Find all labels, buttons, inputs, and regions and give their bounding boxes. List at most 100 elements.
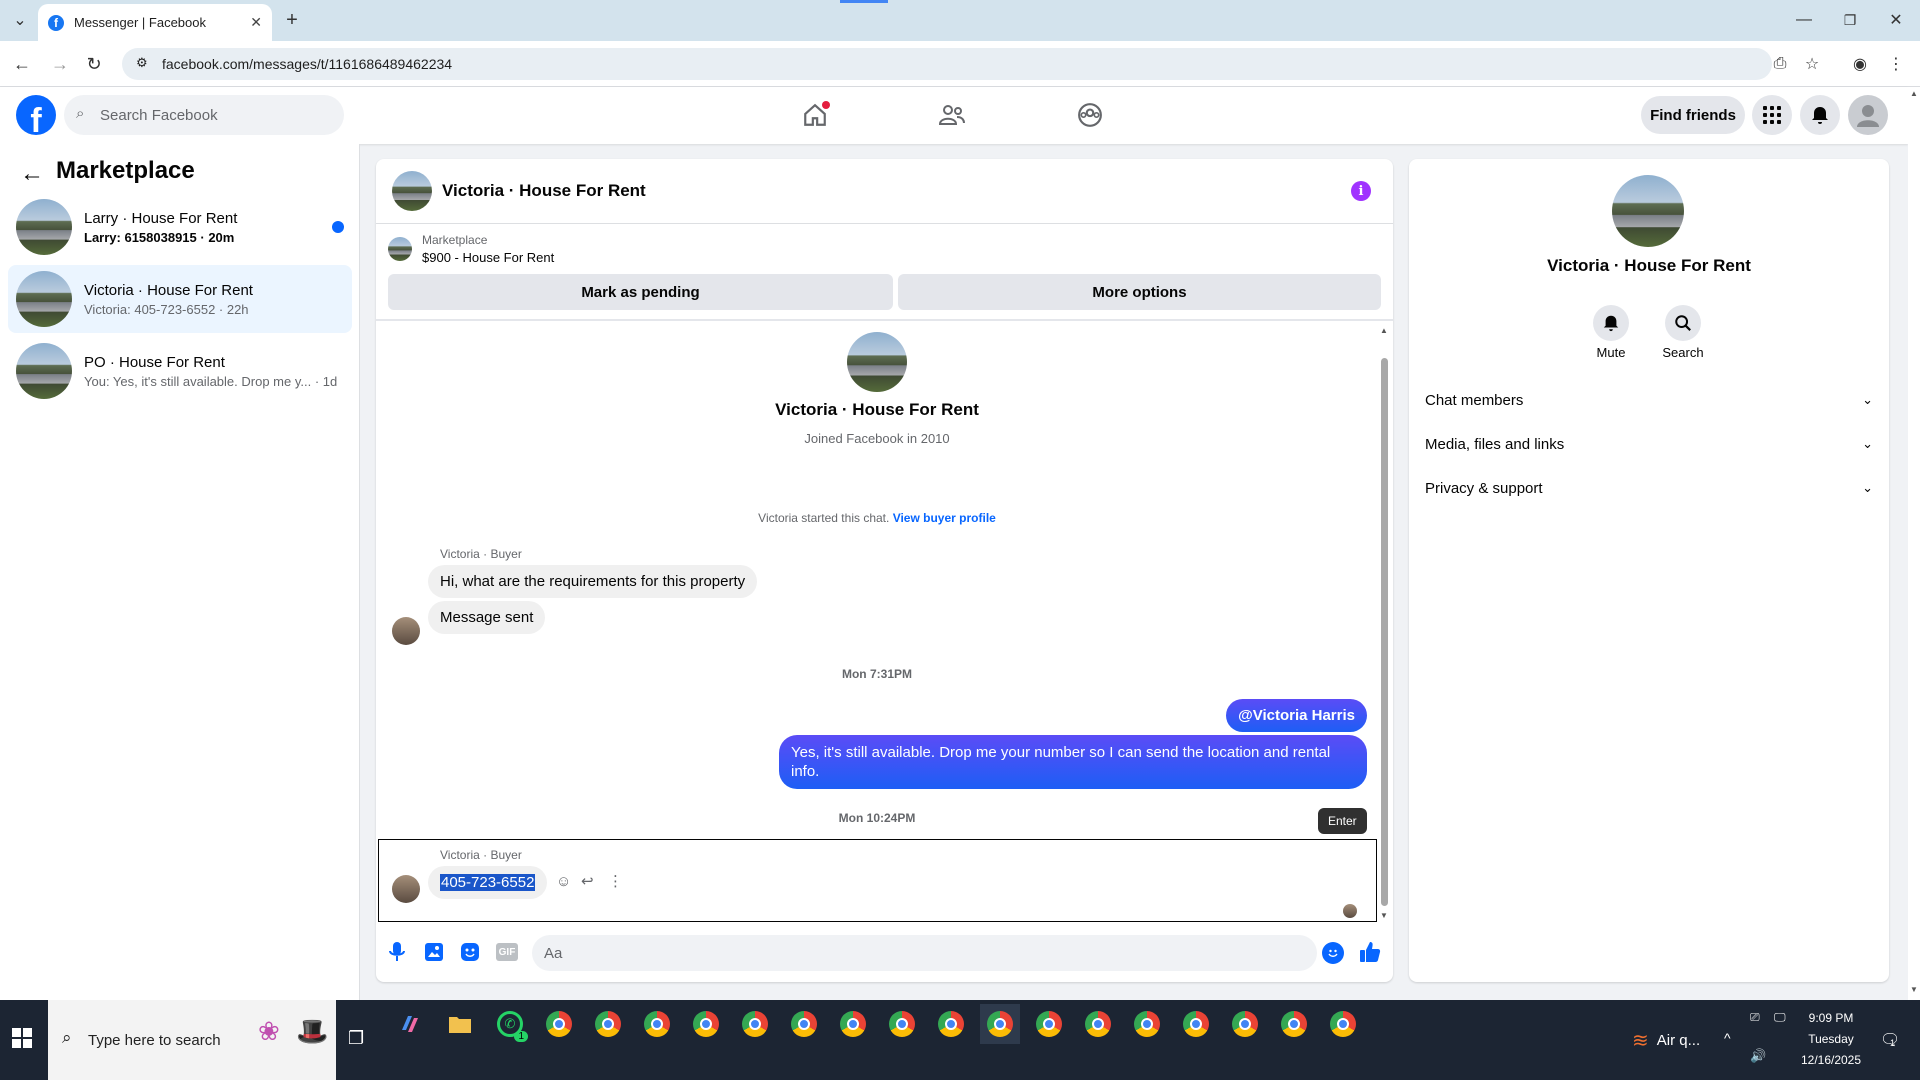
chrome-app-icon[interactable] [637,1004,677,1044]
view-buyer-profile-link[interactable]: View buyer profile [893,511,996,525]
file-explorer-icon[interactable] [440,1004,480,1044]
show-hidden-icons-chevron-icon[interactable]: ^ [1724,1030,1731,1046]
clock[interactable]: 9:09 PM Tuesday 12/16/2025 [1796,1008,1866,1071]
chrome-app-icon[interactable] [686,1004,726,1044]
profile-icon[interactable]: ◉ [1848,52,1872,76]
reply-icon[interactable]: ↩ [581,872,594,890]
more-options-button[interactable]: More options [898,274,1381,310]
close-tab-icon[interactable]: ✕ [250,14,262,31]
sender-avatar[interactable] [392,617,420,645]
facebook-logo-icon[interactable]: f [16,95,56,135]
message-bubble[interactable]: 405-723-6552 [428,866,548,899]
menu-grid-icon[interactable] [1752,95,1792,135]
whatsapp-icon[interactable]: ✆ 1 [490,1004,530,1044]
volume-icon[interactable]: 🔊 [1750,1048,1766,1064]
close-window-icon[interactable]: ✕ [1884,8,1908,32]
groups-icon[interactable] [1070,95,1110,135]
more-actions-icon[interactable]: ⋮ [608,872,623,890]
sender-avatar[interactable] [392,875,420,903]
chat-header[interactable]: Victoria · House For Rent [392,171,646,211]
chat-scrollbar[interactable]: ▲ ▼ [1379,326,1389,922]
weather-widget[interactable]: ≋ Air q... [1632,1028,1700,1053]
browser-tab[interactable]: f Messenger | Facebook ✕ [38,4,272,41]
scrollbar-thumb[interactable] [1381,358,1388,906]
meet-now-icon[interactable]: ⎚ [1750,1010,1760,1025]
back-arrow-icon[interactable]: ← [20,160,44,188]
copilot-icon[interactable] [390,1004,430,1044]
message-composer-input[interactable]: Aa [532,935,1317,971]
search-conversation-icon[interactable] [1665,305,1701,341]
restore-icon[interactable]: ❐ [1838,8,1862,32]
chrome-app-icon[interactable] [735,1004,775,1044]
sticker-icon[interactable] [460,942,480,967]
scroll-up-arrow-icon[interactable]: ▲ [1380,326,1388,335]
site-info-icon[interactable]: ⚙ [136,55,148,71]
scroll-down-arrow-icon[interactable]: ▼ [1380,911,1388,920]
network-icon[interactable]: 🖵 [1774,1010,1786,1025]
listing-title: $900 - House For Rent [422,250,555,265]
details-avatar[interactable] [1612,175,1684,247]
microphone-icon[interactable] [388,941,406,968]
emoji-picker-icon[interactable] [1322,942,1344,964]
windows-start-icon[interactable] [12,1028,32,1053]
listing-info[interactable]: Marketplace $900 - House For Rent [388,233,554,265]
message-bubble[interactable]: Hi, what are the requirements for this p… [428,565,758,598]
notifications-bell-icon[interactable] [1800,95,1840,135]
message-bubble[interactable]: Message sent [428,601,546,634]
chrome-app-icon[interactable] [588,1004,628,1044]
media-files-links-section[interactable]: Media, files and links ⌄ [1425,422,1873,466]
notification-center-icon[interactable]: 🗨 1 [1880,1030,1900,1050]
chrome-app-icon[interactable] [1323,1004,1363,1044]
chrome-app-icon[interactable] [1176,1004,1216,1044]
chrome-app-icon[interactable] [784,1004,824,1044]
facebook-search-input[interactable]: ⌕ Search Facebook [64,95,344,135]
profile-avatar[interactable] [847,332,907,392]
privacy-support-section[interactable]: Privacy & support ⌄ [1425,466,1873,510]
thumbs-up-like-icon[interactable] [1358,940,1382,969]
friends-icon[interactable] [932,95,972,135]
react-emoji-icon[interactable]: ☺ [556,873,571,890]
outgoing-mention-bubble[interactable]: @Victoria Harris [1226,699,1367,732]
minimize-icon[interactable]: — [1792,8,1816,32]
account-avatar[interactable] [1848,95,1888,135]
outgoing-message-bubble[interactable]: Yes, it's still available. Drop me your … [779,735,1367,789]
reload-icon[interactable]: ↻ [82,52,106,76]
mark-as-pending-button[interactable]: Mark as pending [388,274,893,310]
chrome-app-icon[interactable] [1274,1004,1314,1044]
chrome-app-icon[interactable] [539,1004,579,1044]
home-icon[interactable] [795,95,835,135]
chrome-app-icon[interactable] [833,1004,873,1044]
bookmark-star-icon[interactable]: ☆ [1800,52,1824,76]
task-view-icon[interactable]: ❐ [348,1028,364,1049]
conversation-item-po[interactable]: PO · House For Rent You: Yes, it's still… [8,337,352,405]
chrome-app-icon[interactable] [1127,1004,1167,1044]
conversation-item-larry[interactable]: Larry · House For Rent Larry: 6158038915… [8,193,352,261]
install-app-icon[interactable]: ⎙ [1768,52,1792,76]
chrome-app-icon[interactable] [882,1004,922,1044]
gif-icon[interactable]: GIF [496,943,518,961]
selected-phone-text[interactable]: 405-723-6552 [440,874,536,891]
search-label[interactable]: Search [1643,345,1723,360]
chat-members-section[interactable]: Chat members ⌄ [1425,378,1873,422]
page-scrollbar[interactable]: ▲ ▼ [1908,87,1920,1000]
scroll-up-arrow-icon[interactable]: ▲ [1910,89,1918,98]
chrome-app-icon[interactable] [1078,1004,1118,1044]
back-arrow-icon[interactable]: ← [10,52,34,76]
url-bar[interactable]: ⚙ facebook.com/messages/t/11616864894622… [122,48,1772,80]
chrome-app-icon-active[interactable] [980,1004,1020,1044]
taskbar-search-input[interactable]: ⌕ Type here to search ❀ 🎩 [48,1000,336,1080]
forward-arrow-icon[interactable]: → [48,52,72,76]
chrome-app-icon[interactable] [1029,1004,1069,1044]
chrome-app-icon[interactable] [931,1004,971,1044]
browser-menu-icon[interactable]: ⋮ [1884,52,1908,76]
find-friends-button[interactable]: Find friends [1641,96,1745,134]
chrome-app-icon[interactable] [1225,1004,1265,1044]
new-tab-plus-icon[interactable]: + [280,8,304,32]
scroll-down-arrow-icon[interactable]: ▼ [1910,985,1918,994]
tab-search-chevron-icon[interactable]: ⌄ [8,8,32,32]
info-icon[interactable]: i [1351,181,1371,201]
photo-icon[interactable] [424,942,444,967]
conversation-item-victoria[interactable]: Victoria · House For Rent Victoria: 405-… [8,265,352,333]
mute-label[interactable]: Mute [1571,345,1651,360]
mute-bell-icon[interactable] [1593,305,1629,341]
